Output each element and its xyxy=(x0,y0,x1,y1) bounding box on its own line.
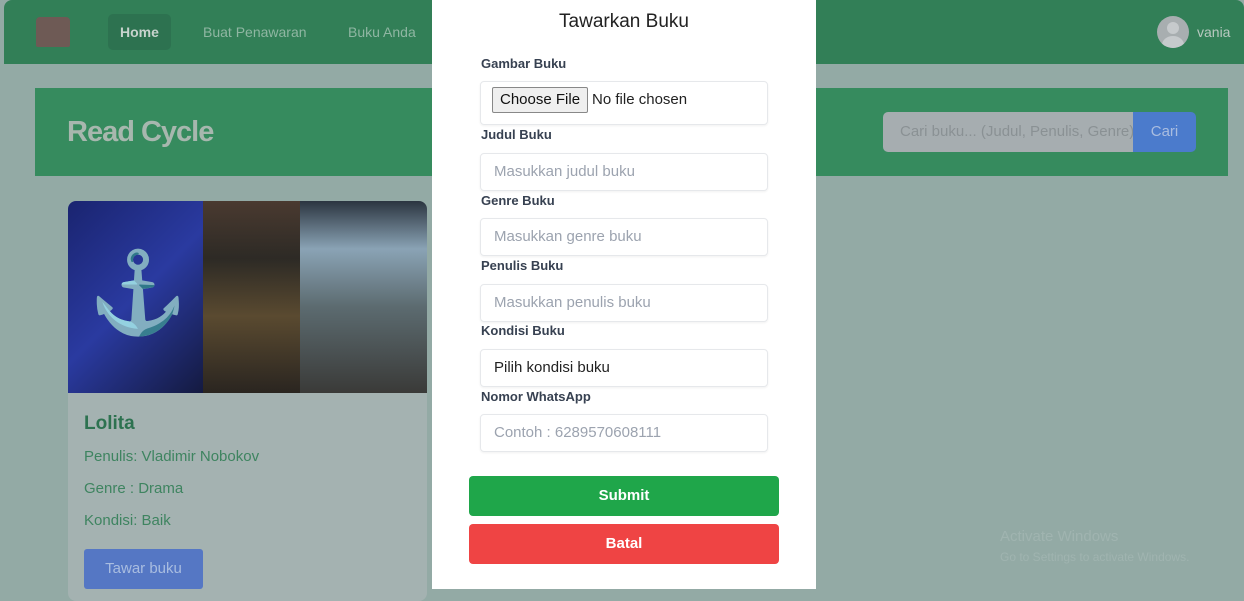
book-card: ⚓ Lolita Penulis: Vladimir Nobokov Genre… xyxy=(68,201,427,601)
watermark-line1: Activate Windows xyxy=(1000,528,1119,545)
book-title: Lolita xyxy=(84,413,135,434)
choose-file-button[interactable]: Choose File xyxy=(492,87,589,113)
judul-input[interactable]: Masukkan judul buku xyxy=(480,153,768,191)
file-status: No file chosen xyxy=(592,91,688,108)
modal-title: Tawarkan Buku xyxy=(559,11,689,32)
tawar-buku-button[interactable]: Tawar buku xyxy=(84,549,203,589)
username[interactable]: vania xyxy=(1197,24,1230,40)
label-gambar: Gambar Buku xyxy=(481,56,567,71)
nav-buku-anda[interactable]: Buku Anda xyxy=(336,14,428,50)
image-file-input[interactable]: Choose File No file chosen xyxy=(480,81,768,125)
book-cover-image: ⚓ xyxy=(68,201,427,393)
label-genre: Genre Buku xyxy=(481,193,555,208)
cancel-button[interactable]: Batal xyxy=(469,524,779,564)
penulis-input[interactable]: Masukkan penulis buku xyxy=(480,284,768,322)
whatsapp-input[interactable]: Contoh : 6289570608111 xyxy=(480,414,768,452)
submit-button[interactable]: Submit xyxy=(469,476,779,516)
search-button[interactable]: Cari xyxy=(1133,112,1196,152)
book-author: Penulis: Vladimir Nobokov xyxy=(84,448,260,465)
label-whatsapp: Nomor WhatsApp xyxy=(481,389,591,404)
label-judul: Judul Buku xyxy=(481,127,552,142)
kondisi-select[interactable]: Pilih kondisi buku xyxy=(480,349,768,387)
offer-book-modal: Tawarkan Buku Gambar Buku Choose File No … xyxy=(432,0,816,589)
search-input[interactable]: Cari buku... (Judul, Penulis, Genre) xyxy=(883,112,1133,152)
avatar[interactable] xyxy=(1157,16,1189,48)
nav-buat-penawaran[interactable]: Buat Penawaran xyxy=(191,14,319,50)
book-logo-icon[interactable] xyxy=(36,17,70,47)
genre-input[interactable]: Masukkan genre buku xyxy=(480,218,768,256)
brand-title: Read Cycle xyxy=(67,116,214,148)
anchor-icon: ⚓ xyxy=(88,248,188,337)
label-kondisi: Kondisi Buku xyxy=(481,323,565,338)
book-genre: Genre : Drama xyxy=(84,480,184,497)
nav-home[interactable]: Home xyxy=(108,14,171,50)
label-penulis: Penulis Buku xyxy=(481,258,564,273)
book-condition: Kondisi: Baik xyxy=(84,512,171,529)
watermark-line2: Go to Settings to activate Windows. xyxy=(1000,550,1190,564)
